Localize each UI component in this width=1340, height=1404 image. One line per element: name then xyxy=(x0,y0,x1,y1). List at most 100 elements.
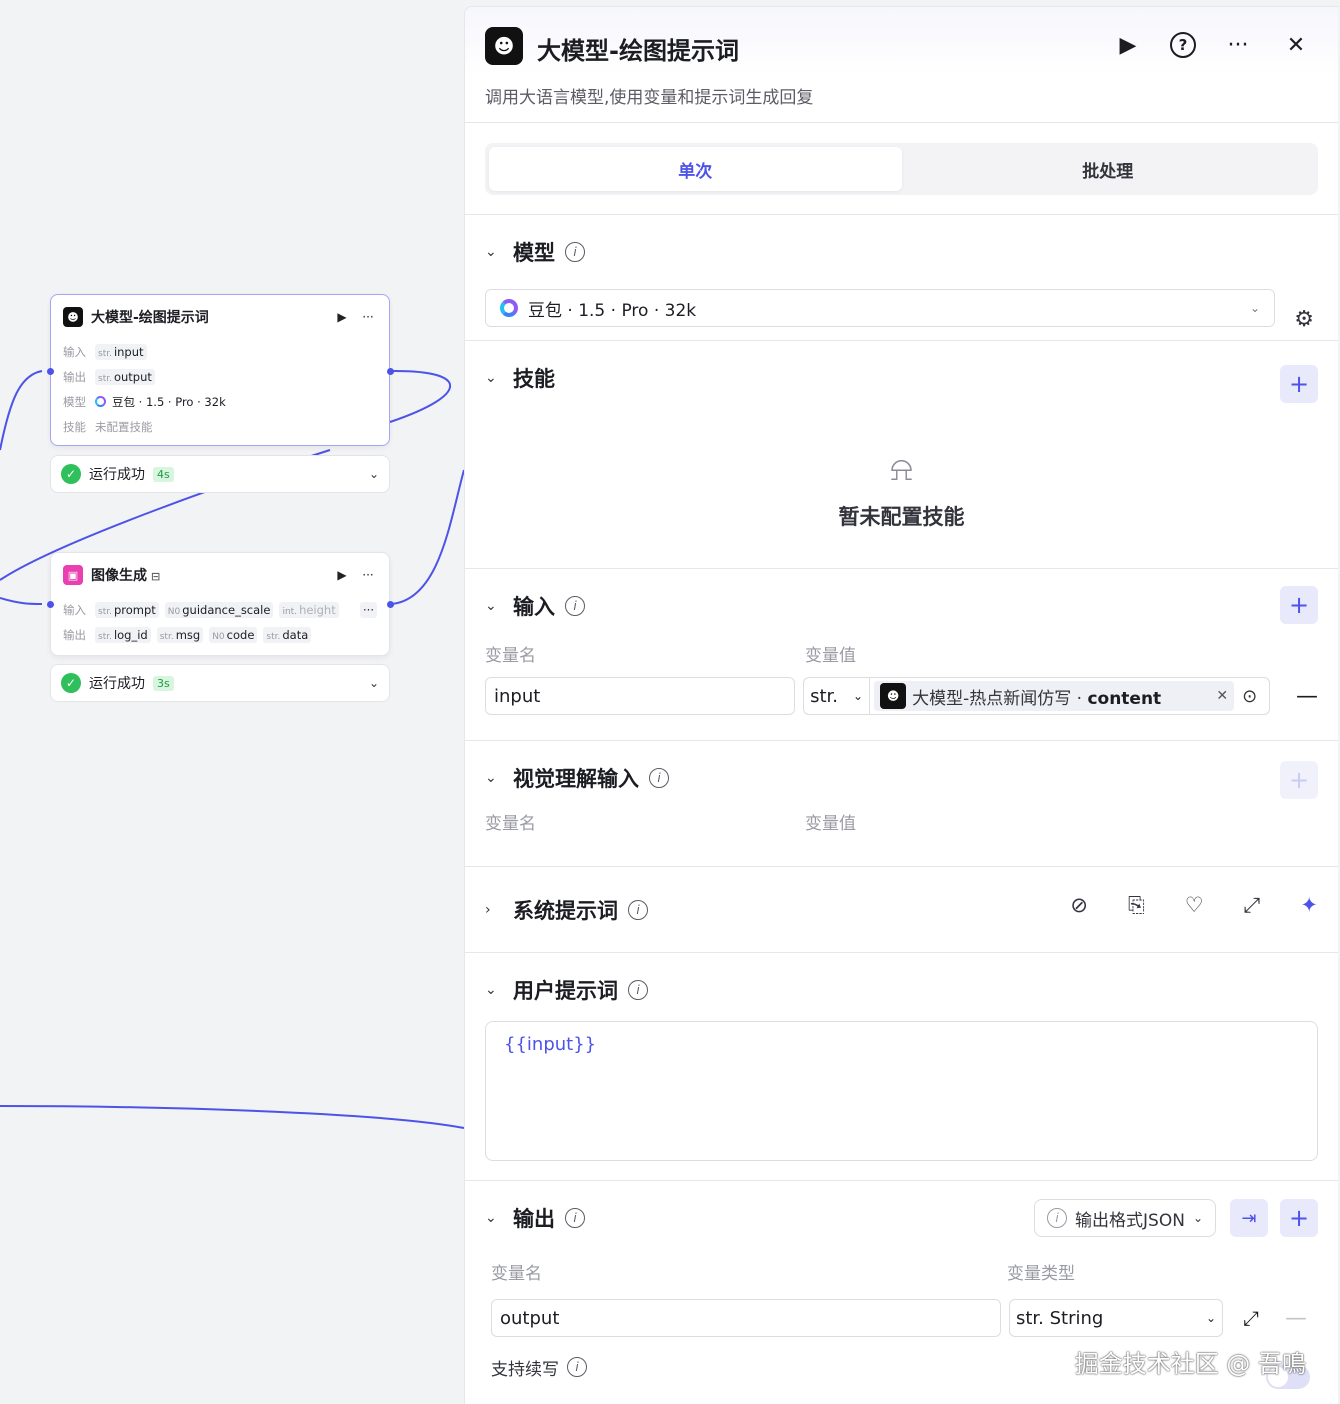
status-time: 3s xyxy=(153,675,174,691)
wire-node1-out xyxy=(389,369,452,423)
node-title: 图像生成 ⊟ xyxy=(91,568,161,584)
bulb-icon[interactable]: ♡ xyxy=(1185,893,1204,918)
var-tag: str. input xyxy=(95,343,147,360)
node-image-gen[interactable]: ▣ 图像生成 ⊟ ▶ ··· 输入 str. prompt N0 guidance_s… xyxy=(50,552,390,656)
output-port[interactable] xyxy=(387,368,394,375)
remove-row-icon[interactable]: — xyxy=(1285,1306,1307,1331)
output-var-name-field[interactable]: output xyxy=(491,1299,1001,1337)
more-icon[interactable]: ··· xyxy=(359,310,377,324)
llm-icon: ☻ xyxy=(485,27,523,65)
info-icon[interactable]: i xyxy=(565,596,585,616)
node-input-row: 输入 str. prompt N0 guidance_scale int. heigh… xyxy=(51,597,389,622)
skill-value: 未配置技能 xyxy=(95,419,153,434)
input-var-value-ref[interactable]: str. ⌄ ☻ 大模型-热点新闻仿写 · content ✕ ⊙ xyxy=(803,677,1270,715)
model-select[interactable]: 豆包 · 1.5 · Pro · 32k ⌄ xyxy=(485,289,1275,327)
output-label: 输出 xyxy=(63,627,86,642)
chevron-down-icon[interactable]: ⌄ xyxy=(485,1210,503,1226)
empty-state: ⍾ 暂未配置技能 xyxy=(485,415,1318,565)
info-icon: i xyxy=(1047,1208,1068,1228)
ref-chip: ☻ 大模型-热点新闻仿写 · content ✕ xyxy=(874,681,1235,711)
expand-icon[interactable]: ⤢ xyxy=(1243,1306,1259,1330)
variable-picker-icon[interactable]: ⊙ xyxy=(1242,686,1257,707)
var-tag: int. height xyxy=(279,601,339,618)
input-var-name-field[interactable]: input xyxy=(485,677,796,715)
run-status-node1[interactable]: ✓ 运行成功 4s ⌄ xyxy=(50,455,390,493)
check-icon: ✓ xyxy=(61,673,81,693)
close-icon[interactable]: ✕ xyxy=(1280,29,1312,61)
remove-row-icon[interactable]: — xyxy=(1296,684,1318,709)
node-model-row: 模型 豆包 · 1.5 · Pro · 32k xyxy=(51,389,389,414)
status-text: 运行成功 xyxy=(89,467,145,483)
ai-sparkle-icon[interactable]: ✦ xyxy=(1300,893,1318,918)
help-icon[interactable]: ? xyxy=(1170,32,1196,58)
run-icon[interactable]: ▶ xyxy=(1112,29,1144,61)
input-label: 输入 xyxy=(63,344,86,359)
skill-label: 技能 xyxy=(63,419,86,434)
output-format-select[interactable]: i 输出格式JSON ⌄ xyxy=(1034,1199,1216,1237)
section-output: ⌄ 输出 i i 输出格式JSON ⌄ ⇥ + 变量名 变量类型 output … xyxy=(465,1181,1338,1404)
gear-icon[interactable]: ⚙ xyxy=(1294,307,1314,332)
chevron-down-icon[interactable]: ⌄ xyxy=(485,370,503,386)
info-icon[interactable]: i xyxy=(649,768,669,788)
add-input-button[interactable]: + xyxy=(1280,586,1318,624)
output-port[interactable] xyxy=(387,601,394,608)
compass-icon[interactable]: ⊘ xyxy=(1070,893,1088,918)
run-icon[interactable]: ▶ xyxy=(333,568,351,582)
more-vars-icon[interactable]: ··· xyxy=(360,601,377,618)
tab-single[interactable]: 单次 xyxy=(489,147,902,191)
add-output-button[interactable]: + xyxy=(1280,1199,1318,1237)
user-prompt-editor[interactable]: {{input}} xyxy=(485,1021,1318,1161)
doubao-icon xyxy=(95,396,106,407)
import-icon[interactable]: ⇥ xyxy=(1230,1199,1268,1237)
info-icon[interactable]: i xyxy=(565,242,585,262)
info-icon[interactable]: i xyxy=(628,980,648,1000)
chevron-down-icon[interactable]: ⌄ xyxy=(485,770,503,786)
chevron-down-icon[interactable]: ⌄ xyxy=(369,676,379,690)
info-icon[interactable]: i xyxy=(565,1208,585,1228)
model-label: 模型 xyxy=(63,394,86,409)
more-icon[interactable]: ··· xyxy=(359,568,377,582)
panel-header: ☻ 大模型-绘图提示词 调用大语言模型,使用变量和提示词生成回复 ▶ ? ···… xyxy=(465,7,1338,123)
status-time: 4s xyxy=(153,466,174,482)
chevron-down-icon: ⌄ xyxy=(1192,1211,1203,1225)
model-value: 豆包 · 1.5 · Pro · 32k xyxy=(528,300,697,321)
output-type-select[interactable]: str. String ⌄ xyxy=(1009,1299,1223,1337)
chevron-down-icon[interactable]: ⌄ xyxy=(485,598,503,614)
col-var-value: 变量值 xyxy=(805,645,856,666)
chevron-down-icon[interactable]: ⌄ xyxy=(485,982,503,998)
chevron-right-icon[interactable]: › xyxy=(485,902,503,918)
input-port[interactable] xyxy=(47,601,54,608)
panel-description[interactable]: 调用大语言模型,使用变量和提示词生成回复 xyxy=(485,83,813,108)
clear-icon[interactable]: ✕ xyxy=(1216,688,1228,704)
add-vision-input-button[interactable]: + xyxy=(1280,761,1318,799)
panel-title[interactable]: 大模型-绘图提示词 xyxy=(537,31,739,66)
chevron-down-icon[interactable]: ⌄ xyxy=(485,244,503,260)
section-vision-input: ⌄ 视觉理解输入 i + 变量名 变量值 xyxy=(465,741,1338,867)
var-tag: str. prompt xyxy=(95,601,159,618)
wire-bottom xyxy=(0,1105,465,1129)
col-var-type: 变量类型 xyxy=(1007,1263,1075,1284)
type-select[interactable]: str. ⌄ xyxy=(804,678,871,714)
run-status-node2[interactable]: ✓ 运行成功 3s ⌄ xyxy=(50,664,390,702)
var-tag: str. log_id xyxy=(95,626,151,643)
library-icon[interactable]: ⎘ xyxy=(1128,893,1145,918)
llm-icon: ☻ xyxy=(63,307,83,327)
var-tag: str. output xyxy=(95,368,155,385)
chevron-down-icon[interactable]: ⌄ xyxy=(369,467,379,481)
section-title: 模型 xyxy=(513,241,555,265)
node-llm-prompt[interactable]: ☻ 大模型-绘图提示词 ▶ ··· 输入 str. input 输出 str. ou… xyxy=(50,294,390,446)
col-var-value: 变量值 xyxy=(805,813,856,834)
input-port[interactable] xyxy=(47,368,54,375)
info-icon[interactable]: i xyxy=(628,900,648,920)
section-model: ⌄ 模型 i 豆包 · 1.5 · Pro · 32k ⌄ ⚙ xyxy=(465,215,1338,341)
workflow-canvas[interactable]: ☻ 大模型-绘图提示词 ▶ ··· 输入 str. input 输出 str. ou… xyxy=(0,0,466,1404)
more-icon[interactable]: ··· xyxy=(1222,29,1254,61)
add-skill-button[interactable]: + xyxy=(1280,365,1318,403)
section-title: 输出 xyxy=(513,1207,555,1231)
doubao-icon xyxy=(500,299,518,317)
info-icon[interactable]: i xyxy=(567,1357,587,1377)
run-icon[interactable]: ▶ xyxy=(333,310,351,324)
expand-icon[interactable]: ⤢ xyxy=(1244,893,1261,918)
tab-batch[interactable]: 批处理 xyxy=(902,147,1315,191)
empty-text: 暂未配置技能 xyxy=(838,505,965,529)
